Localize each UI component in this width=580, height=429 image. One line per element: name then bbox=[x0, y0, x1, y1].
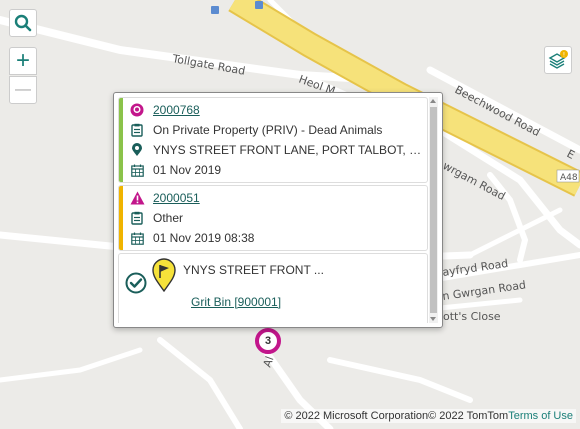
job-date: 01 Nov 2019 bbox=[153, 163, 222, 177]
zoom-out-button[interactable]: — bbox=[9, 76, 37, 104]
cluster-marker[interactable]: 3 bbox=[255, 328, 281, 354]
job-description: On Private Property (PRIV) - Dead Animal… bbox=[153, 123, 383, 137]
scroll-down-arrow[interactable] bbox=[430, 317, 436, 321]
job-location: YNYS STREET FRONT LANE, PORT TALBOT, NEA… bbox=[153, 143, 423, 157]
status-bar bbox=[119, 186, 123, 250]
location-pin-icon bbox=[129, 142, 145, 158]
road-tollgate: Tollgate Road bbox=[170, 52, 246, 78]
calendar-icon bbox=[129, 162, 145, 178]
asset-card[interactable]: YNYS STREET FRONT ... Grit Bin [900001] … bbox=[118, 253, 428, 323]
calendar-icon bbox=[129, 230, 145, 246]
asset-name-link[interactable]: Grit Bin [900001] bbox=[191, 292, 324, 312]
popup-scrollbar[interactable] bbox=[429, 97, 438, 323]
pin-badge-icon bbox=[129, 102, 145, 118]
scroll-thumb[interactable] bbox=[430, 107, 437, 313]
map-attribution: © 2022 Microsoft Corporation© 2022 TomTo… bbox=[281, 409, 576, 423]
job-id-link[interactable]: 2000051 bbox=[153, 191, 200, 205]
plus-icon: + bbox=[15, 47, 30, 74]
layers-icon: ! bbox=[548, 50, 568, 69]
job-card[interactable]: 2000768 On Private Property (PRIV) - Dea… bbox=[118, 97, 428, 183]
check-circle-icon bbox=[125, 272, 147, 294]
svg-text:!: ! bbox=[563, 52, 565, 59]
job-card[interactable]: 2000051 Other 01 Nov 2019 08:38 bbox=[118, 185, 428, 251]
search-button[interactable] bbox=[9, 9, 37, 37]
grit-bin-icon bbox=[151, 258, 177, 292]
scroll-up-arrow[interactable] bbox=[430, 99, 436, 103]
road-potts: ott's Close bbox=[443, 310, 501, 323]
job-description: Other bbox=[153, 211, 184, 225]
asset-extra: -- bbox=[191, 318, 324, 323]
zoom-in-button[interactable]: + bbox=[9, 47, 37, 75]
cluster-count: 3 bbox=[264, 335, 272, 347]
popup-scroll-area: 2000768 On Private Property (PRIV) - Dea… bbox=[118, 97, 428, 323]
map-popup: 2000768 On Private Property (PRIV) - Dea… bbox=[113, 92, 443, 328]
clipboard-icon bbox=[129, 210, 145, 226]
job-id-link[interactable]: 2000768 bbox=[153, 103, 200, 117]
terms-link[interactable]: Terms of Use bbox=[508, 410, 573, 422]
job-date: 01 Nov 2019 08:38 bbox=[153, 231, 255, 245]
search-icon bbox=[14, 14, 32, 32]
a48-label: A48 bbox=[560, 173, 578, 183]
clipboard-icon bbox=[129, 122, 145, 138]
warning-icon bbox=[129, 190, 145, 206]
copyright-text: © 2022 Microsoft Corporation© 2022 TomTo… bbox=[284, 410, 509, 422]
status-bar bbox=[119, 98, 123, 182]
asset-location: YNYS STREET FRONT ... bbox=[183, 263, 324, 277]
road-edge-e: E bbox=[565, 147, 577, 162]
layers-button[interactable]: ! bbox=[544, 46, 572, 74]
minus-icon: — bbox=[15, 81, 31, 98]
road-hayfryd: ayfryd Road bbox=[442, 257, 509, 279]
